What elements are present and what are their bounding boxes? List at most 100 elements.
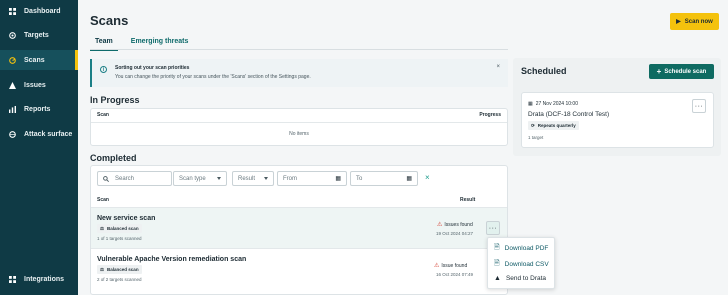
page-title: Scans xyxy=(90,13,129,28)
globe-icon xyxy=(9,130,16,138)
chart-icon xyxy=(9,105,16,113)
info-icon: i xyxy=(100,66,107,73)
repeat-badge: ⟳ Repeats quarterly xyxy=(528,121,579,130)
warning-icon: ⚠ xyxy=(434,263,440,269)
scan-type-badge: ⚖ Balanced scan xyxy=(97,224,142,233)
sidebar-item-reports[interactable]: Reports xyxy=(0,99,78,119)
sidebar-item-issues[interactable]: Issues xyxy=(0,75,78,95)
menu-item-send-to-drata[interactable]: ▲ Send to Drata xyxy=(494,275,546,282)
scan-now-button[interactable]: ▶ Scan now xyxy=(670,13,719,30)
schedule-scan-label: Schedule scan xyxy=(664,68,707,75)
sidebar-item-targets[interactable]: Targets xyxy=(0,25,78,45)
scheduled-targets: 1 target xyxy=(528,135,544,140)
scheduled-title: Scheduled xyxy=(521,66,567,76)
badge-label: Balanced scan xyxy=(107,226,139,231)
schedule-scan-button[interactable]: + Schedule scan xyxy=(649,64,714,79)
more-icon: ··· xyxy=(694,102,704,110)
info-banner: i Sorting out your scan priorities You c… xyxy=(90,59,508,87)
plus-icon: + xyxy=(656,67,662,76)
menu-item-download-pdf[interactable]: 🗎 Download PDF xyxy=(494,243,548,254)
table-row[interactable]: Vulnerable Apache Version remediation sc… xyxy=(91,249,507,289)
sidebar-item-dashboard[interactable]: Dashboard xyxy=(0,1,78,21)
calendar-icon: ▦ xyxy=(406,176,412,182)
from-date-input[interactable]: From ▦ xyxy=(277,171,347,186)
scan-icon xyxy=(9,56,16,64)
tab-divider xyxy=(90,49,508,50)
badge-label: Balanced scan xyxy=(107,267,139,272)
document-icon: 🗎 xyxy=(494,244,500,251)
sidebar-item-label: Reports xyxy=(24,105,51,113)
sidebar-item-label: Scans xyxy=(24,56,45,64)
scheduled-name: Drata (DCF-18 Control Test) xyxy=(528,111,610,118)
warning-icon: ⚠ xyxy=(437,222,443,228)
balance-icon: ⚖ xyxy=(100,266,105,272)
scan-date: 16 Oct 2024 07:49 xyxy=(436,272,474,277)
clear-filters-icon[interactable]: × xyxy=(425,173,430,182)
search-input[interactable]: Search xyxy=(97,171,172,186)
play-icon: ▶ xyxy=(676,19,681,25)
calendar-icon: ▦ xyxy=(335,176,341,182)
result-label: Issue found xyxy=(441,262,468,269)
menu-item-label: Send to Drata xyxy=(505,275,547,282)
sidebar-item-attack-surface[interactable]: Attack surface xyxy=(0,124,78,144)
scheduled-scan-card[interactable]: ▦ 27 Nov 2024 10:00 Drata (DCF-18 Contro… xyxy=(521,92,714,148)
empty-state: No items xyxy=(289,131,309,137)
result-label: Result xyxy=(238,175,256,182)
document-icon: 🗎 xyxy=(494,260,500,267)
table-row[interactable]: New service scan ⚖ Balanced scan 1 of 1 … xyxy=(91,208,507,248)
targets-scanned: 1 of 1 targets scanned xyxy=(97,236,142,241)
sidebar-item-scans[interactable]: Scans xyxy=(0,50,78,70)
drata-icon: ▲ xyxy=(494,275,501,282)
sidebar-item-label: Attack surface xyxy=(24,130,73,138)
menu-item-download-csv[interactable]: 🗎 Download CSV xyxy=(494,259,549,270)
scan-name[interactable]: New service scan xyxy=(97,215,155,222)
sidebar-item-integrations[interactable]: Integrations xyxy=(0,269,78,289)
to-date-input[interactable]: To ▦ xyxy=(350,171,418,186)
banner-body: You can change the priority of your scan… xyxy=(115,74,311,80)
result-select[interactable]: Result xyxy=(232,171,274,186)
chevron-down-icon xyxy=(264,177,268,180)
row-actions-menu: 🗎 Download PDF 🗎 Download CSV ▲ Send to … xyxy=(487,237,555,289)
targets-scanned: 2 of 2 targets scanned xyxy=(97,277,142,282)
completed-title: Completed xyxy=(90,153,137,163)
column-header-scan: Scan xyxy=(97,112,109,118)
search-icon xyxy=(103,175,109,182)
in-progress-table: Scan Progress No items xyxy=(90,108,508,146)
in-progress-title: In Progress xyxy=(90,95,140,105)
scan-type-select[interactable]: Scan type xyxy=(173,171,227,186)
scan-date: 19 Oct 2024 04:27 xyxy=(436,231,474,236)
result-label: Issues found xyxy=(444,221,473,228)
menu-item-label: Download CSV xyxy=(504,261,549,268)
sidebar-item-label: Dashboard xyxy=(24,7,61,15)
divider xyxy=(91,122,507,123)
scheduled-date-text: 27 Nov 2024 10:00 xyxy=(535,101,578,107)
warning-icon xyxy=(9,81,16,89)
more-options-button[interactable]: ··· xyxy=(692,99,706,113)
apps-icon xyxy=(9,275,16,283)
column-header-result: Result xyxy=(460,197,476,203)
from-label: From xyxy=(283,175,297,182)
sidebar-item-label: Targets xyxy=(24,31,49,39)
scan-type-badge: ⚖ Balanced scan xyxy=(97,265,142,274)
menu-item-label: Download PDF xyxy=(504,245,549,252)
target-icon xyxy=(9,31,16,39)
badge-label: Repeats quarterly xyxy=(537,123,576,128)
search-placeholder: Search xyxy=(115,175,135,182)
result-status: ⚠ Issues found xyxy=(437,221,473,229)
result-status: ⚠ Issue found xyxy=(434,262,468,270)
more-options-button[interactable]: ··· xyxy=(486,221,500,235)
grid-icon xyxy=(9,7,16,15)
sidebar: Dashboard Targets Scans Issues Reports A… xyxy=(0,0,78,295)
close-icon[interactable]: × xyxy=(496,64,500,70)
balance-icon: ⚖ xyxy=(100,225,105,231)
scan-now-label: Scan now xyxy=(684,18,713,25)
scan-type-label: Scan type xyxy=(179,175,206,182)
sidebar-item-label: Integrations xyxy=(24,275,65,283)
scan-name[interactable]: Vulnerable Apache Version remediation sc… xyxy=(97,256,246,263)
scheduled-date: ▦ 27 Nov 2024 10:00 xyxy=(528,101,578,107)
chevron-down-icon xyxy=(217,177,221,180)
more-icon: ··· xyxy=(488,224,498,232)
to-label: To xyxy=(356,175,363,182)
sidebar-item-label: Issues xyxy=(24,81,46,89)
calendar-icon: ▦ xyxy=(528,101,533,107)
